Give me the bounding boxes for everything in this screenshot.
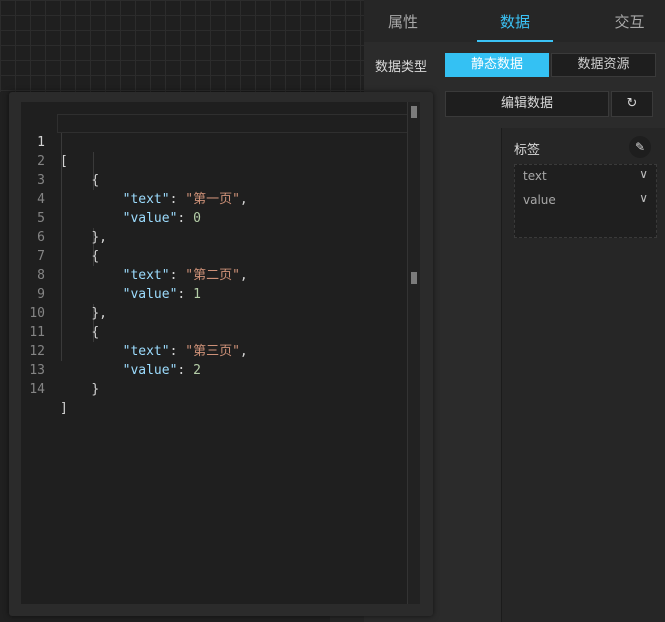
scroll-marker [411, 106, 417, 118]
code-editor[interactable]: 1 [ 2 { 3 "text": "第一页", 4 "value": 0 5 … [21, 102, 420, 604]
edit-icon[interactable]: ✎ [629, 136, 651, 158]
chevron-down-icon: ∨ [639, 167, 648, 181]
code-line: 7 "text": "第二页", [21, 228, 248, 283]
json-editor-modal: 1 [ 2 { 3 "text": "第一页", 4 "value": 0 5 … [9, 92, 433, 616]
tab-properties[interactable]: 属性 [364, 0, 442, 40]
tags-list: text ∨ value ∨ [514, 164, 657, 238]
code-line: 11 "text": "第三页", [21, 304, 247, 359]
tag-label: text [523, 169, 547, 183]
canvas-grid [0, 0, 364, 92]
code-line: 3 "text": "第一页", [21, 152, 248, 207]
code-line: 13 } [21, 342, 99, 397]
code-line: 8 "value": 1 [21, 247, 201, 302]
tab-data[interactable]: 数据 [477, 0, 553, 42]
panel-tabs: 属性 数据 交互 [364, 0, 665, 42]
tab-interaction[interactable]: 交互 [602, 0, 657, 40]
refresh-icon: ↻ [626, 96, 638, 111]
chevron-down-icon: ∨ [639, 191, 648, 205]
code-text: "value": 2 [122, 363, 201, 378]
code-line: 10 { [21, 285, 99, 340]
scroll-marker [411, 272, 417, 284]
code-line: 2 { [21, 133, 99, 188]
code-text: "value": 1 [122, 287, 201, 302]
data-type-label: 数据类型 [375, 60, 428, 75]
code-line: 14 ] [21, 361, 68, 416]
code-line: 6 { [21, 209, 99, 264]
line-number: 14 [29, 382, 45, 397]
current-line-highlight [57, 114, 409, 133]
code-text: ] [60, 401, 68, 416]
edit-data-button[interactable]: 编辑数据 [445, 91, 609, 117]
code-line: 1 [ [21, 114, 68, 169]
code-text: "text": "第三页", [122, 344, 248, 359]
code-line: 12 "value": 2 [21, 323, 201, 378]
static-data-option[interactable]: 静态数据 [445, 53, 549, 77]
code-line: 4 "value": 0 [21, 171, 201, 226]
data-resource-option[interactable]: 数据资源 [551, 53, 656, 77]
code-line: 9 }, [21, 266, 107, 321]
code-text: "text": "第一页", [122, 192, 248, 207]
code-text: "text": "第二页", [122, 268, 248, 283]
tag-item-text[interactable]: text ∨ [523, 167, 650, 187]
tags-panel: 标签 ✎ text ∨ value ∨ [501, 128, 665, 622]
code-text: "value": 0 [122, 211, 201, 226]
tag-label: value [523, 193, 556, 207]
code-line: 5 }, [21, 190, 107, 245]
refresh-button[interactable]: ↻ [611, 91, 653, 117]
editor-scrollbar[interactable] [407, 102, 420, 604]
tag-item-value[interactable]: value ∨ [523, 191, 650, 211]
tags-title: 标签 [514, 143, 541, 158]
